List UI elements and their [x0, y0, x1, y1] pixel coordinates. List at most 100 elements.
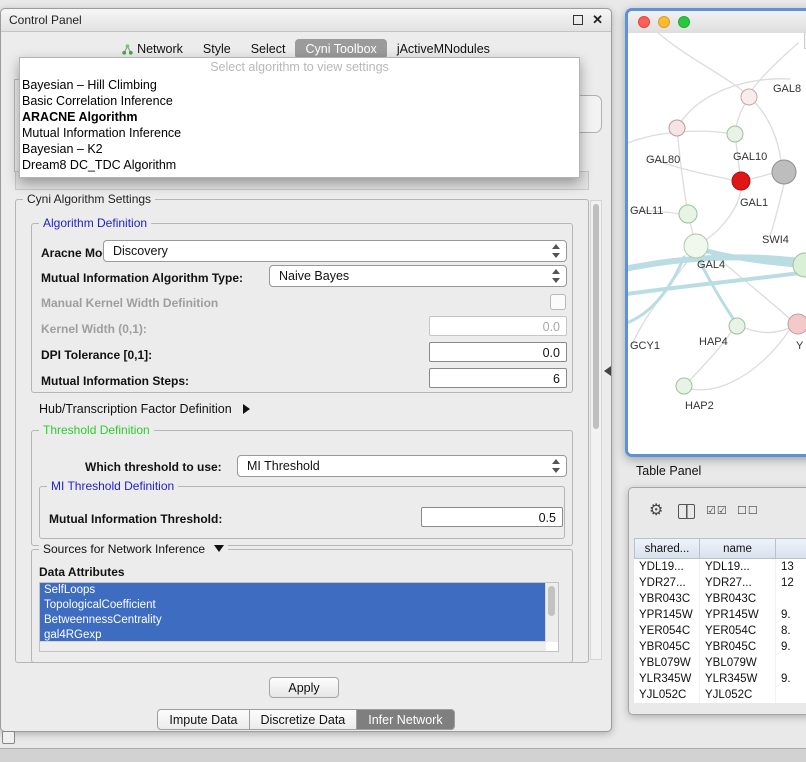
- table-cell[interactable]: YER054C: [700, 623, 776, 639]
- network-edge[interactable]: [750, 173, 773, 179]
- list-vertical-scrollbar[interactable]: [545, 583, 558, 642]
- table-row[interactable]: YLR345WYLR345W9.: [634, 671, 806, 687]
- settings-scrollbar[interactable]: [590, 200, 602, 660]
- table-cell[interactable]: YBL079W: [700, 655, 776, 671]
- table-cell[interactable]: 13: [776, 559, 806, 575]
- network-node[interactable]: [676, 378, 692, 394]
- table-cell[interactable]: YER054C: [634, 623, 700, 639]
- attribute-item-selfloops[interactable]: SelfLoops: [40, 583, 546, 598]
- algorithm-option-bayesian-hill-climbing[interactable]: Bayesian – Hill Climbing: [20, 77, 579, 93]
- table-cell[interactable]: YBR043C: [700, 591, 776, 607]
- network-node[interactable]: [772, 160, 796, 184]
- tab-network[interactable]: Network: [112, 39, 193, 59]
- sources-expander[interactable]: Sources for Network Inference: [39, 542, 228, 556]
- table-cell[interactable]: 9.: [776, 671, 806, 687]
- attribute-item-topologicalcoefficient[interactable]: TopologicalCoefficient: [40, 598, 546, 613]
- panel-collapse-arrow-icon[interactable]: [604, 366, 611, 376]
- minimized-panel-icon[interactable]: [2, 731, 15, 744]
- apply-button[interactable]: Apply: [269, 677, 339, 698]
- table-cell[interactable]: YBR043C: [634, 591, 700, 607]
- algorithm-option-basic-correlation-inference[interactable]: Basic Correlation Inference: [20, 93, 579, 109]
- table-row[interactable]: YBR043CYBR043C: [634, 591, 806, 607]
- table-cell[interactable]: YJL052C: [634, 687, 700, 703]
- network-window-titlebar[interactable]: [628, 11, 806, 34]
- deselect-all-columns-icon[interactable]: ☐☐: [737, 498, 759, 524]
- tab-select[interactable]: Select: [241, 39, 296, 59]
- table-cell[interactable]: YBR045C: [700, 639, 776, 655]
- mi-type-select[interactable]: Naive Bayes: [269, 265, 567, 287]
- tab-jactivemnodules[interactable]: jActiveMNodules: [387, 39, 500, 59]
- aracne-mode-select[interactable]: Discovery: [103, 240, 567, 262]
- network-node[interactable]: [741, 89, 757, 105]
- table-cell[interactable]: [776, 655, 806, 671]
- table-row[interactable]: YBR045CYBR045C9.: [634, 639, 806, 655]
- tab-discretize-data[interactable]: Discretize Data: [250, 709, 358, 730]
- table-cell[interactable]: YBR045C: [634, 639, 700, 655]
- mi-threshold-field[interactable]: 0.5: [421, 507, 563, 527]
- tab-cyni-toolbox[interactable]: Cyni Toolbox: [295, 39, 386, 59]
- table-row[interactable]: YJL052CYJL052C: [634, 687, 806, 703]
- table-cell[interactable]: 8.: [776, 623, 806, 639]
- table-cell[interactable]: YJL052C: [700, 687, 776, 703]
- which-threshold-select[interactable]: MI Threshold: [237, 455, 567, 477]
- table-row[interactable]: YDL19...YDL19...13: [634, 559, 806, 575]
- algorithm-option-aracne-algorithm[interactable]: ARACNE Algorithm: [20, 109, 579, 125]
- list-horizontal-scrollbar[interactable]: [40, 641, 546, 651]
- table-cell[interactable]: 9.: [776, 607, 806, 623]
- close-icon[interactable]: ✕: [592, 9, 603, 31]
- table-cell[interactable]: YDR27...: [634, 575, 700, 591]
- network-node[interactable]: [669, 120, 685, 136]
- table-row[interactable]: YER054CYER054C8.: [634, 623, 806, 639]
- network-edge[interactable]: [706, 190, 741, 240]
- network-node[interactable]: [727, 126, 743, 142]
- network-edge[interactable]: [770, 184, 784, 236]
- network-edge[interactable]: [745, 326, 794, 332]
- control-panel-titlebar[interactable]: Control Panel ✕: [1, 9, 611, 32]
- network-node[interactable]: [729, 318, 745, 334]
- column-header-2[interactable]: name: [700, 538, 776, 559]
- dpi-tolerance-field[interactable]: 0.0: [429, 342, 567, 362]
- table-cell[interactable]: YDR27...: [700, 575, 776, 591]
- table-cell[interactable]: YPR145W: [700, 607, 776, 623]
- network-canvas[interactable]: GAL8GAL80GAL10GAL11GAL1SWI4GAL4GCY1HAP4Y…: [628, 33, 806, 454]
- table-row[interactable]: YBL079WYBL079W: [634, 655, 806, 671]
- tab-style[interactable]: Style: [193, 39, 241, 59]
- table-row[interactable]: YPR145WYPR145W9.: [634, 607, 806, 623]
- settings-gear-icon[interactable]: ⚙: [649, 498, 663, 524]
- scrollbar-thumb[interactable]: [593, 204, 599, 429]
- attribute-item-betweennesscentrality[interactable]: BetweennessCentrality: [40, 613, 546, 628]
- table-cell[interactable]: [776, 591, 806, 607]
- tab-infer-network[interactable]: Infer Network: [357, 709, 454, 730]
- network-node[interactable]: [732, 172, 750, 190]
- network-edge[interactable]: [677, 128, 688, 214]
- select-all-columns-icon[interactable]: ☑☑: [706, 498, 728, 524]
- mi-steps-field[interactable]: 6: [429, 368, 567, 388]
- hub-tf-definition-expander[interactable]: Hub/Transcription Factor Definition: [39, 402, 250, 416]
- table-cell[interactable]: YDL19...: [700, 559, 776, 575]
- minimize-traffic-light-icon[interactable]: [658, 16, 670, 28]
- table-row[interactable]: YDR27...YDR27...12: [634, 575, 806, 591]
- attribute-item-gal4rgexp[interactable]: gal4RGexp: [40, 628, 546, 642]
- column-header-3[interactable]: [776, 538, 806, 559]
- tab-impute-data[interactable]: Impute Data: [157, 709, 249, 730]
- table-cell[interactable]: 12: [776, 575, 806, 591]
- table-cell[interactable]: YLR345W: [700, 671, 776, 687]
- network-edge[interactable]: [658, 33, 743, 91]
- algorithm-option-dream8-dc-tdc-algorithm[interactable]: Dream8 DC_TDC Algorithm: [20, 157, 579, 173]
- table-cell[interactable]: 9.: [776, 639, 806, 655]
- network-node[interactable]: [684, 234, 708, 258]
- table-cell[interactable]: YLR345W: [634, 671, 700, 687]
- table-cell[interactable]: YDL19...: [634, 559, 700, 575]
- close-traffic-light-icon[interactable]: [638, 16, 650, 28]
- table-cell[interactable]: [776, 687, 806, 703]
- network-node[interactable]: [788, 314, 806, 334]
- column-header-1[interactable]: shared...: [634, 538, 700, 559]
- scrollbar-thumb[interactable]: [548, 586, 555, 616]
- network-node[interactable]: [679, 205, 697, 223]
- show-columns-icon[interactable]: [678, 504, 695, 519]
- restore-icon[interactable]: [573, 15, 583, 25]
- table-cell[interactable]: YBL079W: [634, 655, 700, 671]
- algorithm-option-bayesian-k2[interactable]: Bayesian – K2: [20, 141, 579, 157]
- table-cell[interactable]: YPR145W: [634, 607, 700, 623]
- zoom-traffic-light-icon[interactable]: [678, 16, 690, 28]
